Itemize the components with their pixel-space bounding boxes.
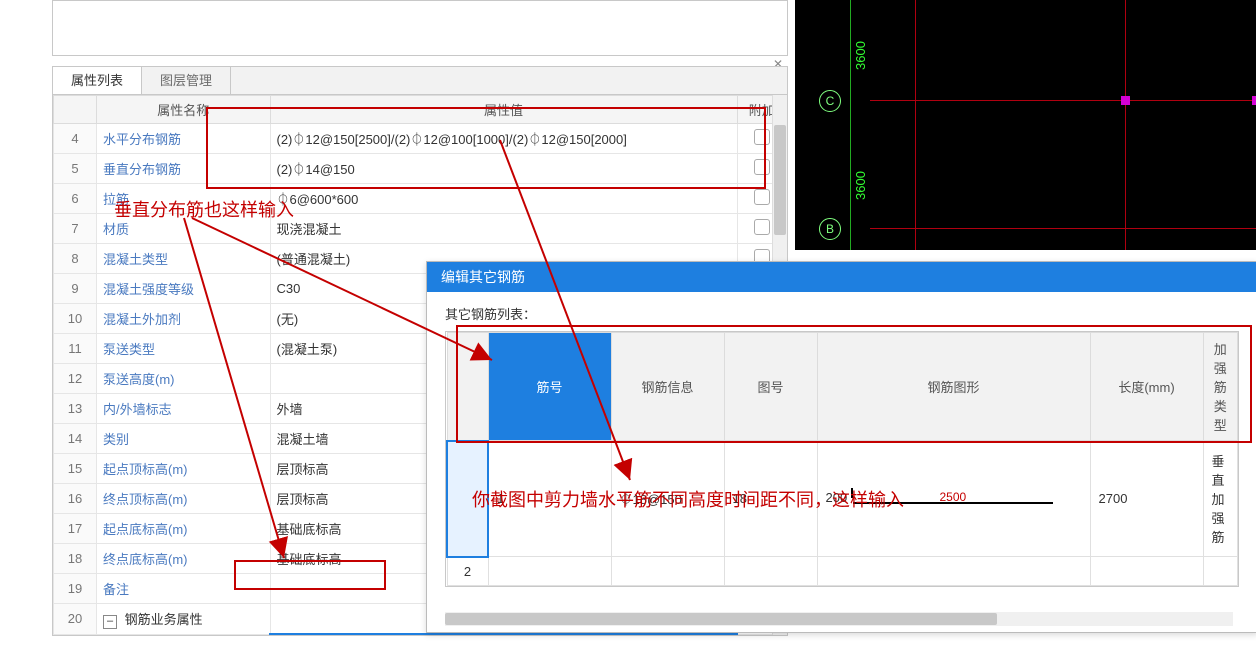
rebar-table: 筋号 钢筋信息 图号 钢筋图形 长度(mm) 加强筋类型 1 ⏀18@150 1…: [445, 331, 1239, 587]
row-number: 10: [54, 304, 97, 334]
row-number: 16: [54, 484, 97, 514]
property-row[interactable]: 4水平分布钢筋(2)⏀12@150[2500]/(2)⏀12@100[1000]…: [54, 124, 787, 154]
property-value[interactable]: 18: [270, 634, 737, 636]
property-name: 混凝土强度等级: [97, 274, 271, 304]
row-number: 13: [54, 394, 97, 424]
property-name: 垂直分布钢筋: [97, 154, 271, 184]
property-name: 混凝土外加剂: [97, 304, 271, 334]
property-row[interactable]: 7材质现浇混凝土: [54, 214, 787, 244]
col-rownum: [54, 96, 97, 124]
property-name: 混凝土类型: [97, 244, 271, 274]
col-fig[interactable]: 图号: [724, 333, 817, 441]
scroll-thumb[interactable]: [774, 125, 786, 235]
property-name: 水平分布钢筋: [97, 124, 271, 154]
property-name: 起点底标高(m): [97, 514, 271, 544]
property-value[interactable]: 现浇混凝土: [270, 214, 737, 244]
property-name: 起点顶标高(m): [97, 454, 271, 484]
row-handle[interactable]: 2: [447, 557, 488, 586]
property-row[interactable]: 5垂直分布钢筋(2)⏀14@150: [54, 154, 787, 184]
cell-info[interactable]: ⏀18@150: [611, 441, 724, 557]
col-type[interactable]: 加强筋类型: [1203, 333, 1238, 441]
property-name: 类别: [97, 424, 271, 454]
checkbox-icon[interactable]: [754, 159, 770, 175]
rebar-row[interactable]: 1 ⏀18@150 18 200 2500 2700 垂直加强筋: [447, 441, 1238, 557]
row-number: 21: [54, 634, 97, 636]
row-number: 8: [54, 244, 97, 274]
property-row[interactable]: 6拉筋⏀6@600*600: [54, 184, 787, 214]
dim-axis: [850, 0, 851, 250]
col-value: 属性值: [270, 96, 737, 124]
property-row[interactable]: 21 其它钢筋18: [54, 634, 787, 636]
col-no[interactable]: 筋号: [488, 333, 611, 441]
property-name: 拉筋: [97, 184, 271, 214]
row-number: 17: [54, 514, 97, 544]
row-number: 14: [54, 424, 97, 454]
col-name: 属性名称: [97, 96, 271, 124]
row-number: 19: [54, 574, 97, 604]
property-name: 材质: [97, 214, 271, 244]
horizontal-scrollbar[interactable]: [445, 612, 1233, 626]
tab-properties[interactable]: 属性列表: [53, 67, 142, 97]
property-name: – 钢筋业务属性: [97, 604, 271, 635]
cell-no[interactable]: 1: [488, 441, 611, 557]
rebar-row-empty[interactable]: 2: [447, 557, 1238, 586]
property-name: 泵送高度(m): [97, 364, 271, 394]
dim-3600-2: 3600: [853, 171, 868, 200]
edit-rebar-dialog: 编辑其它钢筋 其它钢筋列表： 筋号 钢筋信息 图号 钢筋图形 长度(mm) 加强…: [426, 261, 1256, 633]
row-number: 4: [54, 124, 97, 154]
shape-mid-value: 2500: [939, 490, 966, 504]
property-name: 其它钢筋: [97, 634, 271, 636]
cell-len[interactable]: 2700: [1090, 441, 1203, 557]
dialog-title: 编辑其它钢筋: [427, 262, 1256, 292]
cell-fig[interactable]: 18: [724, 441, 817, 557]
hscroll-thumb[interactable]: [445, 613, 997, 625]
property-name: 泵送类型: [97, 334, 271, 364]
shape-left-value: 200: [826, 490, 848, 505]
axis-bubble-b: B: [819, 218, 841, 240]
row-number: 12: [54, 364, 97, 394]
tab-bar: 属性列表 图层管理: [52, 66, 788, 95]
axis-bubble-c: C: [819, 90, 841, 112]
property-name: 终点底标高(m): [97, 544, 271, 574]
property-value[interactable]: ⏀6@600*600: [270, 184, 737, 214]
row-number: 7: [54, 214, 97, 244]
col-len[interactable]: 长度(mm): [1090, 333, 1203, 441]
checkbox-icon[interactable]: [754, 189, 770, 205]
checkbox-icon[interactable]: [754, 219, 770, 235]
checkbox-icon[interactable]: [754, 129, 770, 145]
col-shape[interactable]: 钢筋图形: [817, 333, 1090, 441]
property-value[interactable]: (2)⏀12@150[2500]/(2)⏀12@100[1000]/(2)⏀12…: [270, 124, 737, 154]
row-number: 6: [54, 184, 97, 214]
row-handle[interactable]: [447, 441, 488, 557]
collapse-icon[interactable]: –: [103, 615, 117, 629]
row-number: 20: [54, 604, 97, 635]
drawing-viewport[interactable]: C B 3600 3600: [795, 0, 1256, 250]
property-name: 备注: [97, 574, 271, 604]
property-name: 内/外墙标志: [97, 394, 271, 424]
row-number: 18: [54, 544, 97, 574]
cell-shape[interactable]: 200 2500: [817, 441, 1090, 557]
dialog-subtitle: 其它钢筋列表：: [427, 292, 1256, 331]
header-box: ✕: [52, 0, 788, 56]
row-number: 5: [54, 154, 97, 184]
grip-handle[interactable]: [1252, 96, 1256, 105]
dim-3600-1: 3600: [853, 41, 868, 70]
grip-handle[interactable]: [1121, 96, 1130, 105]
property-value[interactable]: (2)⏀14@150: [270, 154, 737, 184]
row-number: 11: [54, 334, 97, 364]
row-number: 15: [54, 454, 97, 484]
col-info[interactable]: 钢筋信息: [611, 333, 724, 441]
property-name: 终点顶标高(m): [97, 484, 271, 514]
tab-layers[interactable]: 图层管理: [142, 67, 231, 95]
cell-type[interactable]: 垂直加强筋: [1203, 441, 1238, 557]
col-blank: [447, 333, 488, 441]
row-number: 9: [54, 274, 97, 304]
